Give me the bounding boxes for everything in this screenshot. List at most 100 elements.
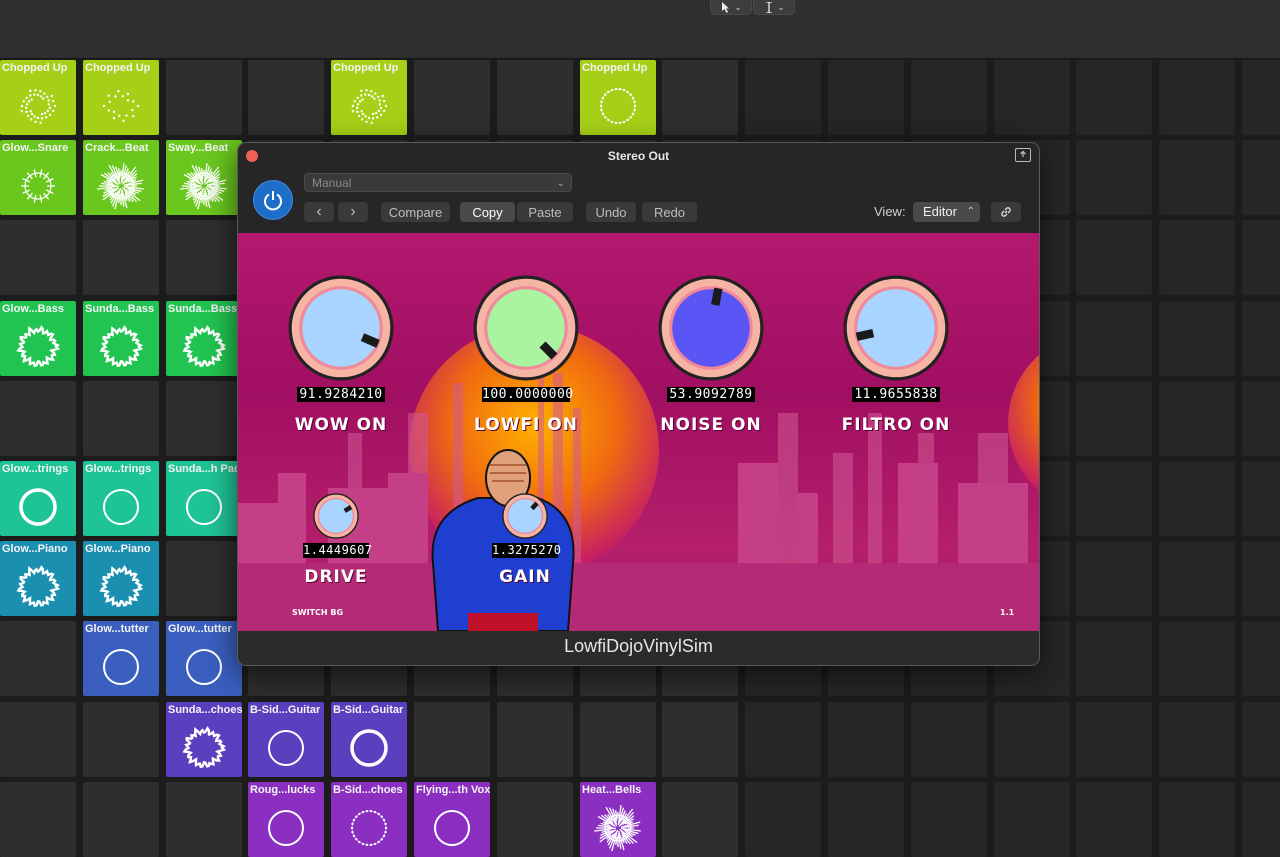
clip-cell[interactable]: Glow...tutter xyxy=(166,621,242,696)
empty-slot[interactable] xyxy=(994,702,1070,777)
empty-slot[interactable] xyxy=(580,702,656,777)
clip-cell[interactable]: Heat...Bells xyxy=(580,782,656,857)
empty-slot[interactable] xyxy=(166,541,242,616)
empty-slot[interactable] xyxy=(1159,60,1235,135)
empty-slot[interactable] xyxy=(1076,621,1152,696)
clip-cell[interactable]: B-Sid...Guitar xyxy=(248,702,324,777)
empty-slot[interactable] xyxy=(1242,381,1280,456)
next-preset-button[interactable]: › xyxy=(338,202,368,222)
link-button[interactable] xyxy=(991,202,1021,222)
empty-slot[interactable] xyxy=(745,702,821,777)
empty-slot[interactable] xyxy=(1242,461,1280,536)
empty-slot[interactable] xyxy=(1076,702,1152,777)
empty-slot[interactable] xyxy=(1242,621,1280,696)
empty-slot[interactable] xyxy=(745,782,821,857)
redo-button[interactable]: Redo xyxy=(642,202,697,222)
empty-slot[interactable] xyxy=(911,702,987,777)
clip-cell[interactable]: Glow...Piano xyxy=(0,541,76,616)
clip-cell[interactable]: Roug...lucks xyxy=(248,782,324,857)
empty-slot[interactable] xyxy=(828,60,904,135)
empty-slot[interactable] xyxy=(1242,60,1280,135)
knob-toggle-label[interactable]: DRIVE xyxy=(266,567,406,587)
clip-cell[interactable]: Sunda...Bass xyxy=(83,301,159,376)
empty-slot[interactable] xyxy=(0,702,76,777)
empty-slot[interactable] xyxy=(1159,541,1235,616)
knob[interactable] xyxy=(658,275,764,381)
clip-cell[interactable]: Chopped Up xyxy=(83,60,159,135)
empty-slot[interactable] xyxy=(1159,461,1235,536)
empty-slot[interactable] xyxy=(1076,301,1152,376)
empty-slot[interactable] xyxy=(83,782,159,857)
empty-slot[interactable] xyxy=(0,220,76,295)
knob-toggle-label[interactable]: GAIN xyxy=(455,567,595,587)
empty-slot[interactable] xyxy=(1076,220,1152,295)
clip-cell[interactable]: Flying...th Vox xyxy=(414,782,490,857)
paste-button[interactable]: Paste xyxy=(517,202,573,222)
knob-toggle-label[interactable]: WOW ON xyxy=(271,415,411,435)
empty-slot[interactable] xyxy=(1159,702,1235,777)
empty-slot[interactable] xyxy=(166,220,242,295)
empty-slot[interactable] xyxy=(414,702,490,777)
empty-slot[interactable] xyxy=(1076,60,1152,135)
empty-slot[interactable] xyxy=(0,621,76,696)
compare-button[interactable]: Compare xyxy=(381,202,450,222)
knob[interactable] xyxy=(843,275,949,381)
clip-cell[interactable]: Glow...trings xyxy=(0,461,76,536)
empty-slot[interactable] xyxy=(1076,541,1152,616)
empty-slot[interactable] xyxy=(0,782,76,857)
empty-slot[interactable] xyxy=(1159,782,1235,857)
empty-slot[interactable] xyxy=(1159,621,1235,696)
empty-slot[interactable] xyxy=(994,782,1070,857)
empty-slot[interactable] xyxy=(662,702,738,777)
empty-slot[interactable] xyxy=(1242,301,1280,376)
knob-toggle-label[interactable]: NOISE ON xyxy=(641,415,781,435)
secondary-tool-button[interactable]: ⌄ xyxy=(753,0,795,15)
empty-slot[interactable] xyxy=(166,381,242,456)
empty-slot[interactable] xyxy=(497,60,573,135)
empty-slot[interactable] xyxy=(166,60,242,135)
clip-cell[interactable]: B-Sid...Guitar xyxy=(331,702,407,777)
empty-slot[interactable] xyxy=(1242,782,1280,857)
empty-slot[interactable] xyxy=(1159,140,1235,215)
empty-slot[interactable] xyxy=(1242,541,1280,616)
knob[interactable] xyxy=(313,493,359,539)
preset-dropdown[interactable]: Manual ⌄ xyxy=(304,173,572,192)
empty-slot[interactable] xyxy=(1159,301,1235,376)
empty-slot[interactable] xyxy=(0,381,76,456)
empty-slot[interactable] xyxy=(745,60,821,135)
undo-button[interactable]: Undo xyxy=(586,202,636,222)
empty-slot[interactable] xyxy=(911,782,987,857)
empty-slot[interactable] xyxy=(497,782,573,857)
view-selector[interactable]: Editor ⌃ xyxy=(913,202,980,222)
empty-slot[interactable] xyxy=(1076,140,1152,215)
empty-slot[interactable] xyxy=(994,60,1070,135)
expand-window-icon[interactable] xyxy=(1015,148,1031,162)
empty-slot[interactable] xyxy=(662,60,738,135)
empty-slot[interactable] xyxy=(1242,220,1280,295)
knob[interactable] xyxy=(288,275,394,381)
empty-slot[interactable] xyxy=(911,60,987,135)
empty-slot[interactable] xyxy=(414,60,490,135)
switch-bg-button[interactable]: SWITCH BG xyxy=(292,608,343,617)
clip-cell[interactable]: B-Sid...choes xyxy=(331,782,407,857)
empty-slot[interactable] xyxy=(828,782,904,857)
empty-slot[interactable] xyxy=(497,702,573,777)
clip-cell[interactable]: Sunda...choes xyxy=(166,702,242,777)
clip-cell[interactable]: Crack...Beat xyxy=(83,140,159,215)
clip-cell[interactable]: Sunda...Bass xyxy=(166,301,242,376)
clip-cell[interactable]: Glow...trings xyxy=(83,461,159,536)
empty-slot[interactable] xyxy=(83,702,159,777)
empty-slot[interactable] xyxy=(83,381,159,456)
empty-slot[interactable] xyxy=(1159,220,1235,295)
empty-slot[interactable] xyxy=(1159,381,1235,456)
knob-toggle-label[interactable]: LOWFI ON xyxy=(456,415,596,435)
clip-cell[interactable]: Glow...tutter xyxy=(83,621,159,696)
empty-slot[interactable] xyxy=(248,60,324,135)
empty-slot[interactable] xyxy=(83,220,159,295)
knob-toggle-label[interactable]: FILTRO ON xyxy=(826,415,966,435)
previous-preset-button[interactable]: ‹ xyxy=(304,202,334,222)
clip-cell[interactable]: Chopped Up xyxy=(0,60,76,135)
empty-slot[interactable] xyxy=(166,782,242,857)
clip-cell[interactable]: Chopped Up xyxy=(580,60,656,135)
clip-cell[interactable]: Glow...Bass xyxy=(0,301,76,376)
